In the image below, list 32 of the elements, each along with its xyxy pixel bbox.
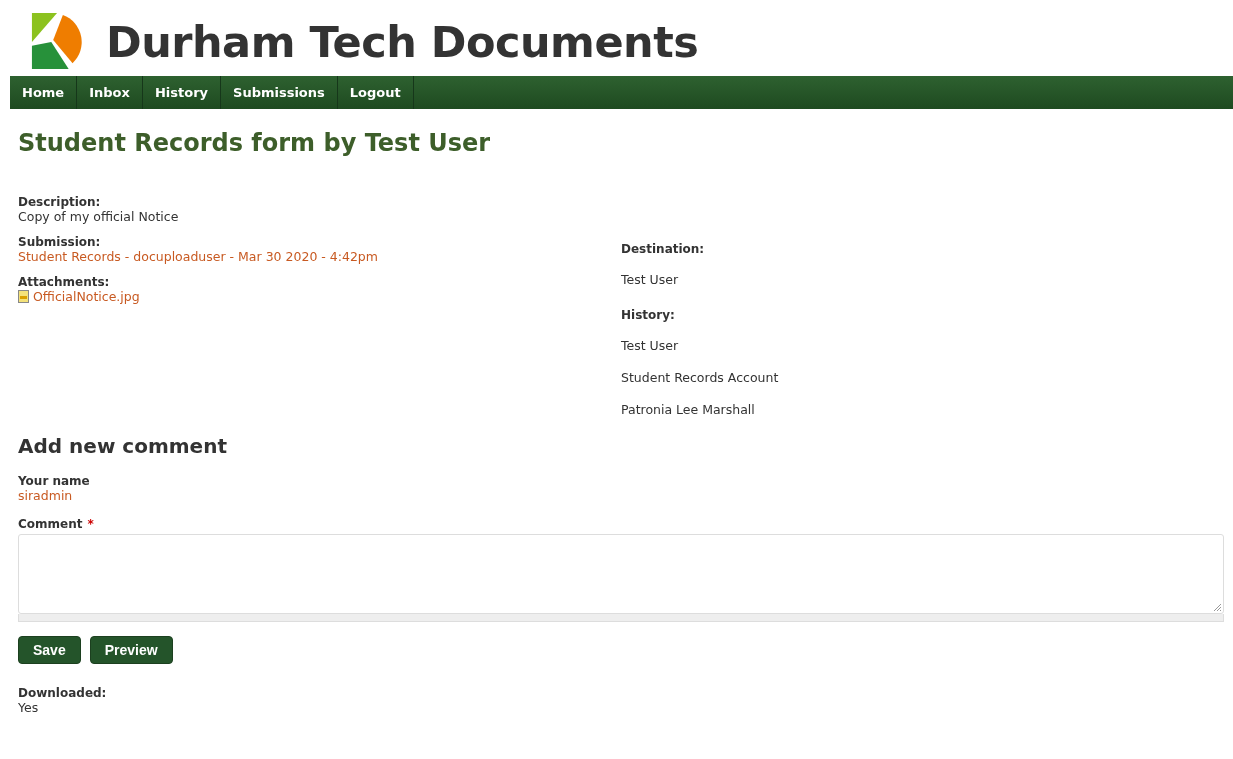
field-label: Description: [18, 195, 101, 209]
resize-bar[interactable] [18, 614, 1224, 622]
field-label: Submission: [18, 235, 101, 249]
history-entry: Student Records Account [621, 370, 779, 385]
destination-name: Test User [621, 272, 679, 287]
required-mark: * [87, 517, 94, 531]
nav-link[interactable]: Logout [337, 76, 414, 109]
history-entry: Patronia Lee Marshall [621, 402, 755, 417]
description-text: Copy of my official Notice [18, 209, 179, 224]
nav-link[interactable]: History [142, 76, 221, 109]
submission-link[interactable]: Student Records - docuploaduser - Mar 30 2020 - 4:42pm [18, 249, 378, 264]
field-label: Comment [18, 517, 83, 531]
username-link[interactable]: siradmin [18, 488, 1224, 503]
downloaded-value: Yes [18, 700, 40, 715]
field-label: Attachments: [18, 275, 110, 289]
attachment-link[interactable]: OfficialNotice.jpg [33, 289, 140, 304]
page-title: Student Records form by Test User [18, 129, 492, 157]
comment-field[interactable] [18, 534, 1224, 614]
nav-link[interactable]: Inbox [77, 76, 143, 109]
history-entry: Test User [621, 338, 679, 353]
section-heading: Add new comment [18, 434, 228, 458]
site-title: Durham Tech Documents [106, 17, 699, 67]
image-file-icon [18, 290, 29, 303]
nav-link[interactable]: Home [10, 76, 78, 109]
resize-handle-icon[interactable] [1213, 603, 1222, 612]
nav-link[interactable]: Submissions [221, 76, 338, 109]
form-button[interactable]: Preview [89, 636, 173, 664]
form-button[interactable]: Save [18, 636, 81, 664]
field-label: Your name [18, 474, 91, 488]
field-label: History: [621, 308, 675, 322]
field-label: Destination: [621, 242, 705, 256]
field-label: Downloaded: [18, 686, 108, 700]
